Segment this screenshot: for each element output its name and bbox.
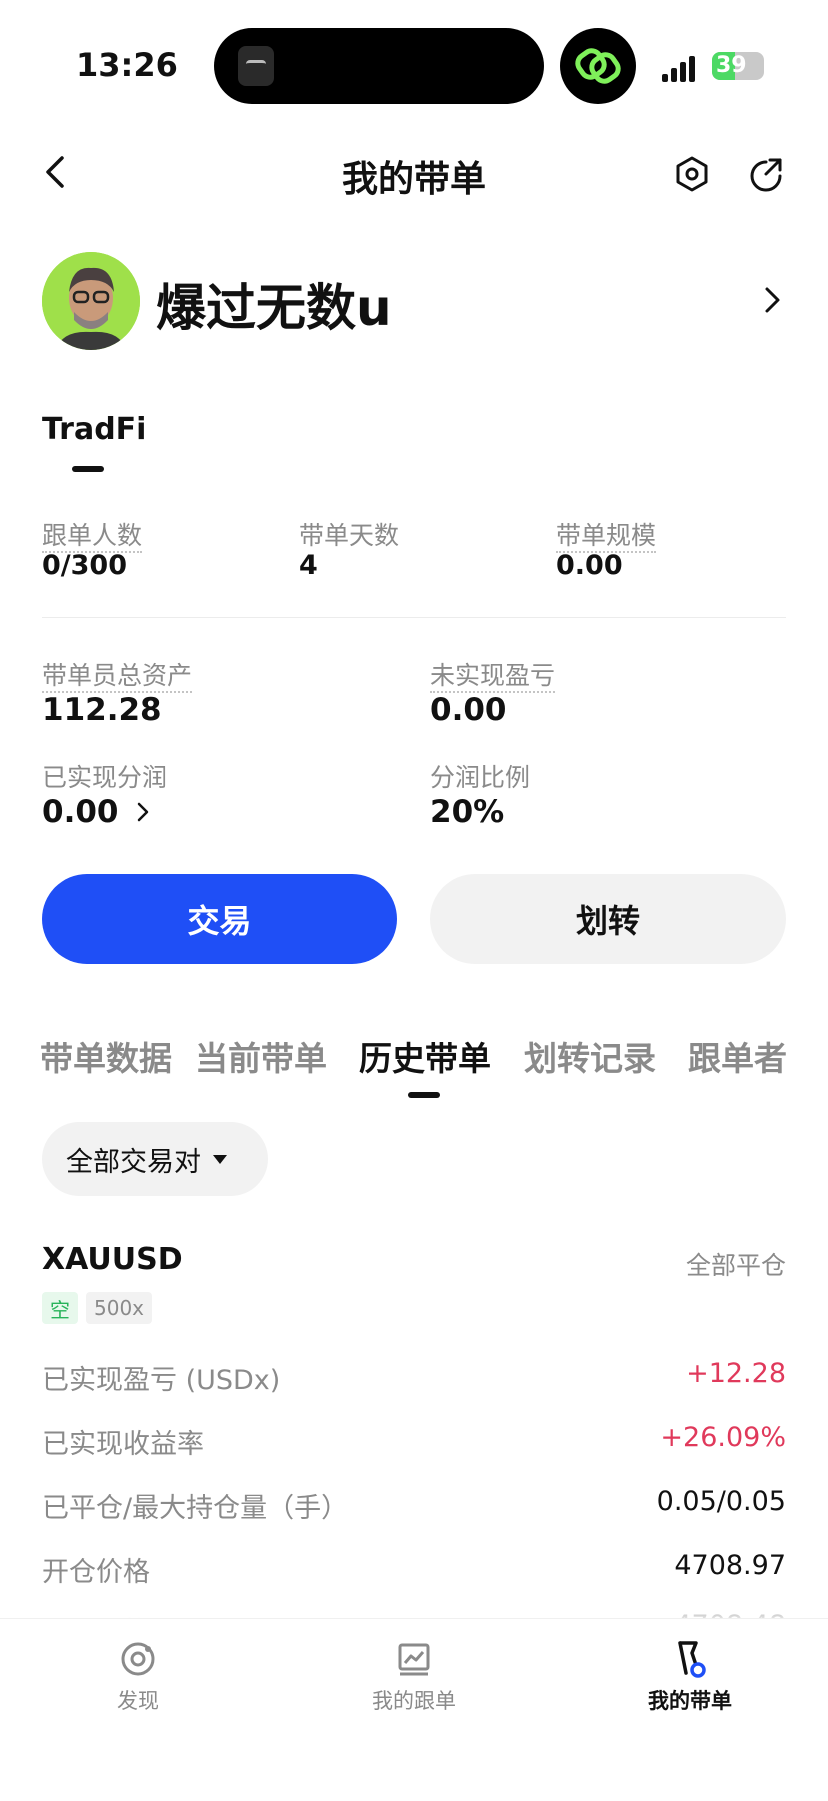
caret-down-icon [213, 1154, 227, 1164]
stat-label[interactable]: 跟单人数 [42, 521, 143, 553]
nav-my-copy[interactable]: 我的跟单 [314, 1639, 514, 1715]
chevron-right-icon[interactable] [756, 284, 788, 316]
tab-transfer-records[interactable]: 划转记录 [524, 1032, 656, 1080]
stat-value: 0.00 [556, 550, 623, 581]
stat-label[interactable]: 带单规模 [556, 521, 657, 553]
stat-scale: 带单规模 [556, 516, 657, 553]
stat-label: 带单天数 [299, 521, 400, 550]
nav-my-lead[interactable]: 我的带单 [590, 1639, 790, 1715]
main-tabs: 带单数据 当前带单 历史带单 划转记录 跟单者 [0, 1024, 828, 1084]
row-value: 4708.97 [674, 1550, 786, 1581]
stat-value: 112.28 [42, 692, 162, 728]
row-value: +26.09% [660, 1422, 786, 1453]
subtab-indicator [72, 466, 104, 472]
battery-icon: 39 [712, 52, 764, 80]
chart-icon [394, 1639, 434, 1679]
signal-icon [662, 52, 702, 82]
tab-history-lead[interactable]: 历史带单 [359, 1032, 491, 1080]
stat-days: 带单天数 [299, 516, 399, 552]
tab-indicator [408, 1092, 440, 1098]
avatar[interactable] [42, 252, 140, 350]
tab-followers[interactable]: 跟单者 [688, 1032, 787, 1080]
battery-level: 39 [716, 53, 747, 78]
stat-label[interactable]: 带单员总资产 [42, 661, 193, 693]
trade-button[interactable]: 交易 [42, 874, 397, 964]
row-label: 已平仓/最大持仓量（手） [42, 1493, 349, 1524]
stat-realized-share: 已实现分润 [42, 758, 167, 794]
stat-total-assets: 带单员总资产 [42, 656, 193, 693]
divider [42, 617, 786, 618]
status-time: 13:26 [76, 46, 178, 84]
transfer-button[interactable]: 划转 [430, 874, 786, 964]
nav-discover[interactable]: 发现 [38, 1639, 238, 1715]
tab-current-lead[interactable]: 当前带单 [195, 1032, 327, 1080]
side-tag: 空 [42, 1292, 78, 1324]
stat-value: 20% [430, 794, 505, 830]
row-value: 0.05/0.05 [656, 1486, 786, 1517]
tab-lead-data[interactable]: 带单数据 [40, 1032, 172, 1080]
pair-filter-dropdown[interactable]: 全部交易对 [42, 1122, 268, 1196]
leverage-tag: 500x [86, 1292, 153, 1324]
stat-label[interactable]: 未实现盈亏 [430, 661, 556, 693]
earbuds-icon [238, 46, 274, 86]
tab-tradfi[interactable]: TradFi [42, 412, 146, 447]
share-icon[interactable] [744, 152, 788, 196]
profile-name[interactable]: 爆过无数u [156, 268, 392, 340]
stat-value: 0.00 [42, 794, 119, 830]
stat-label: 分润比例 [430, 763, 531, 792]
discover-icon [118, 1639, 158, 1679]
row-label: 开仓价格 [42, 1557, 150, 1588]
nav-label: 发现 [117, 1689, 159, 1713]
stat-value: 0/300 [42, 550, 128, 581]
stat-value: 4 [299, 550, 318, 581]
filter-label: 全部交易对 [66, 1146, 201, 1178]
stat-value: 0.00 [430, 692, 507, 728]
stat-share-ratio: 分润比例 [430, 758, 530, 794]
row-label: 已实现盈亏 (USDx) [42, 1365, 281, 1396]
link-icon [560, 28, 636, 104]
close-status: 全部平仓 [685, 1251, 786, 1280]
stat-followers: 跟单人数 [42, 516, 143, 553]
realized-share-link[interactable]: 0.00 [42, 794, 153, 830]
pair-name: XAUUSD [42, 1242, 183, 1277]
settings-icon[interactable] [670, 152, 714, 196]
stat-label: 已实现分润 [42, 763, 168, 792]
nav-label: 我的跟单 [372, 1689, 456, 1713]
lead-trade-icon [670, 1639, 710, 1679]
row-label: 已实现收益率 [42, 1429, 204, 1460]
stat-unrealized-pnl: 未实现盈亏 [430, 656, 556, 693]
nav-label: 我的带单 [648, 1689, 732, 1713]
chevron-right-icon [137, 802, 148, 822]
bottom-nav: 发现 我的跟单 我的带单 [0, 1618, 828, 1801]
row-value: +12.28 [686, 1358, 786, 1389]
